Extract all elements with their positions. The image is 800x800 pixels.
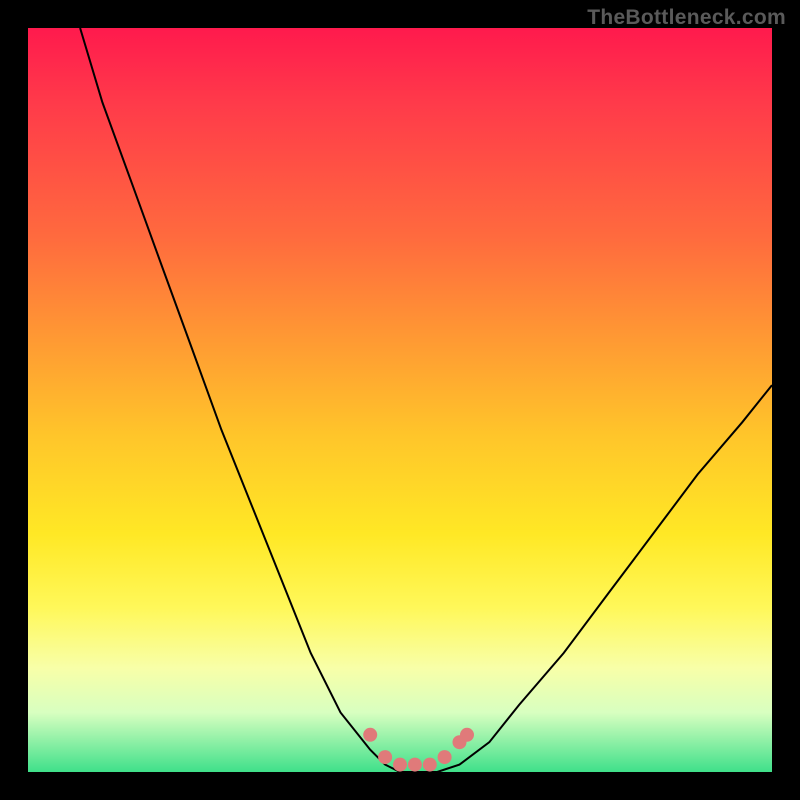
highlight-point xyxy=(393,758,407,772)
chart-plot-area xyxy=(28,28,772,772)
chart-frame: TheBottleneck.com xyxy=(0,0,800,800)
highlight-point xyxy=(408,758,422,772)
highlight-point xyxy=(378,750,392,764)
highlight-point xyxy=(460,728,474,742)
highlight-point xyxy=(438,750,452,764)
highlight-point xyxy=(363,728,377,742)
watermark-text: TheBottleneck.com xyxy=(587,6,786,30)
bottleneck-curve xyxy=(80,28,772,772)
highlight-point xyxy=(423,758,437,772)
chart-svg xyxy=(28,28,772,772)
